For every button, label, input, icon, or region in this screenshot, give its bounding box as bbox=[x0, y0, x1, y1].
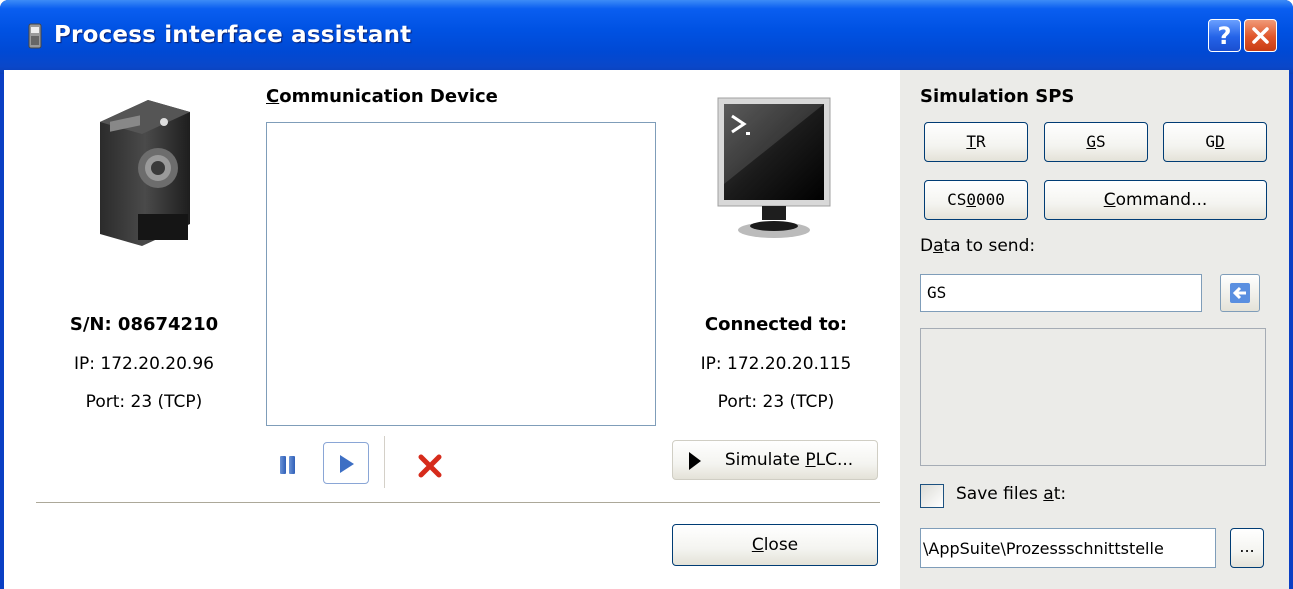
simulate-plc-button[interactable]: Simulate PLC... bbox=[672, 440, 878, 480]
dialog-content: S/N: 08674210 IP: 172.20.20.96 Port: 23 … bbox=[4, 70, 1289, 589]
send-arrow-icon bbox=[1230, 283, 1250, 303]
play-icon bbox=[340, 455, 354, 473]
response-box bbox=[920, 328, 1266, 466]
simulation-pane: Simulation SPS TR GS GD CS0000 Command..… bbox=[900, 70, 1289, 589]
cs0000-button[interactable]: CS0000 bbox=[924, 180, 1028, 220]
device-port: Port: 23 (TCP) bbox=[85, 392, 203, 412]
gs-button[interactable]: GS bbox=[1044, 122, 1148, 162]
play-arrow-icon bbox=[689, 452, 701, 470]
gd-button[interactable]: GD bbox=[1163, 122, 1267, 162]
connected-to-title: Connected to: bbox=[704, 314, 848, 335]
pause-icon[interactable] bbox=[280, 456, 296, 474]
save-path-input[interactable]: \AppSuite\Prozessschnittstelle bbox=[920, 528, 1216, 568]
communication-log[interactable] bbox=[266, 122, 656, 426]
simulation-title: Simulation SPS bbox=[920, 86, 1075, 107]
send-button[interactable] bbox=[1220, 274, 1260, 312]
help-button[interactable]: ? bbox=[1208, 19, 1241, 52]
footer-separator bbox=[36, 502, 880, 504]
device-ip: IP: 172.20.20.96 bbox=[74, 354, 214, 374]
camera-device-image bbox=[100, 100, 190, 246]
close-window-button[interactable] bbox=[1244, 19, 1277, 52]
window-title: Process interface assistant bbox=[54, 22, 412, 48]
help-icon: ? bbox=[1217, 22, 1232, 50]
save-files-checkbox[interactable] bbox=[920, 484, 944, 508]
connection-port: Port: 23 (TCP) bbox=[717, 392, 835, 412]
dialog-window: Process interface assistant ? S/N: 08674… bbox=[0, 0, 1293, 589]
play-button[interactable] bbox=[323, 442, 369, 484]
command-button[interactable]: Command... bbox=[1044, 180, 1267, 220]
monitor-image bbox=[717, 97, 831, 238]
save-files-label: Save files at: bbox=[956, 484, 1067, 504]
close-icon bbox=[1252, 27, 1269, 44]
app-icon bbox=[28, 23, 42, 49]
data-to-send-label: Data to send: bbox=[920, 236, 1036, 256]
toolbar-separator bbox=[384, 436, 386, 488]
connection-ip: IP: 172.20.20.115 bbox=[700, 354, 852, 374]
delete-x-icon[interactable] bbox=[417, 453, 443, 479]
device-serial: S/N: 08674210 bbox=[69, 314, 219, 335]
browse-button[interactable]: ... bbox=[1230, 528, 1264, 568]
title-bar[interactable]: Process interface assistant ? bbox=[0, 0, 1293, 74]
data-to-send-input[interactable]: GS bbox=[920, 274, 1202, 312]
close-button[interactable]: Close bbox=[672, 524, 878, 566]
left-pane: S/N: 08674210 IP: 172.20.20.96 Port: 23 … bbox=[4, 70, 900, 589]
tr-button[interactable]: TR bbox=[924, 122, 1028, 162]
communication-title: Communication Device bbox=[266, 86, 498, 107]
